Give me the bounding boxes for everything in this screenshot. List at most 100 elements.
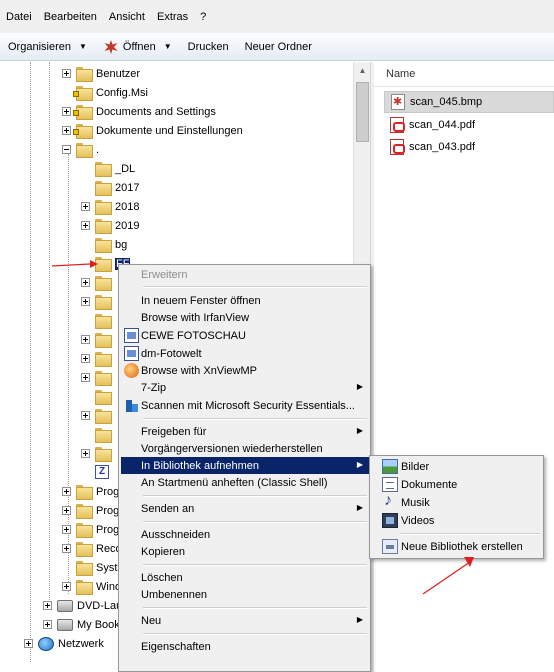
tree-item[interactable]: Z — [81, 462, 113, 481]
menu-item-open-new-window[interactable]: In neuem Fenster öffnen — [121, 292, 369, 309]
folder-icon — [95, 314, 112, 329]
submenu-item-documents[interactable]: Dokumente — [372, 476, 542, 494]
tree-item[interactable]: Wind — [62, 577, 121, 596]
tree-item[interactable] — [81, 444, 115, 463]
menu-item-cewe[interactable]: CEWE FOTOSCHAU — [121, 327, 369, 344]
file-name: scan_044.pdf — [409, 119, 476, 131]
tree-item[interactable] — [81, 406, 115, 425]
menu-item-expand[interactable]: Erweitern — [121, 266, 369, 283]
tree-item[interactable]: Prog — [62, 482, 119, 501]
tree-item[interactable] — [81, 330, 115, 349]
menu-item-include-in-library[interactable]: In Bibliothek aufnehmen ▶ — [121, 457, 369, 474]
file-item[interactable]: scan_043.pdf — [384, 136, 554, 158]
menu-extras[interactable]: Extras — [153, 11, 196, 23]
expand-icon[interactable] — [81, 335, 90, 344]
open-button[interactable]: Öffnen ▼ — [103, 39, 172, 55]
expand-icon[interactable] — [62, 487, 71, 496]
menu-datei[interactable]: Datei — [2, 11, 40, 23]
menu-item-restore-previous[interactable]: Vorgängerversionen wiederherstellen — [121, 440, 369, 457]
tree-item[interactable]: 2018 — [81, 197, 139, 216]
file-item[interactable]: scan_045.bmp — [384, 91, 554, 113]
expand-icon[interactable] — [43, 601, 52, 610]
column-header-name[interactable]: Name — [374, 62, 554, 87]
menu-item-share[interactable]: Freigeben für ▶ — [121, 423, 369, 440]
tree-item[interactable]: My Book — [43, 615, 120, 634]
submenu-item-videos[interactable]: Videos — [372, 512, 542, 530]
submenu-item-new-library[interactable]: Neue Bibliothek erstellen — [372, 538, 542, 556]
menu-item-new[interactable]: Neu ▶ — [121, 612, 369, 629]
tree-item[interactable]: Syst — [62, 558, 117, 577]
pictures-library-icon — [382, 459, 398, 474]
expand-icon[interactable] — [81, 278, 90, 287]
menu-separator — [143, 418, 367, 420]
menu-item-cut[interactable]: Ausschneiden — [121, 526, 369, 543]
menu-item-rename[interactable]: Umbenennen — [121, 586, 369, 603]
tree-item[interactable]: 2017 — [81, 178, 139, 197]
expand-icon[interactable] — [62, 582, 71, 591]
tree-item[interactable] — [81, 311, 115, 330]
expand-icon[interactable] — [24, 639, 33, 648]
expand-icon[interactable] — [81, 297, 90, 306]
tree-item[interactable] — [81, 292, 115, 311]
folder-icon — [76, 67, 93, 82]
menu-help[interactable]: ? — [196, 11, 214, 23]
expand-icon[interactable] — [62, 525, 71, 534]
folder-icon — [95, 238, 112, 253]
expand-icon[interactable] — [81, 354, 90, 363]
expand-icon[interactable] — [62, 544, 71, 553]
menu-item-send-to[interactable]: Senden an ▶ — [121, 500, 369, 517]
menu-item-scan-mse[interactable]: Scannen mit Microsoft Security Essential… — [121, 397, 369, 414]
menu-item-pin-start[interactable]: An Startmenü anheften (Classic Shell) — [121, 474, 369, 491]
tree-item[interactable]: Config.Msi — [62, 83, 148, 102]
tree-item-label: Prog — [96, 523, 120, 536]
scroll-up-icon[interactable]: ▲ — [354, 62, 371, 79]
tree-item[interactable]: Dokumente und Einstellungen — [62, 121, 243, 140]
tree-item[interactable]: _DL — [81, 159, 135, 178]
menu-item-xnview[interactable]: Browse with XnViewMP — [121, 362, 369, 379]
file-item[interactable]: scan_044.pdf — [384, 114, 554, 136]
tree-item[interactable] — [81, 349, 115, 368]
expand-icon[interactable] — [81, 202, 90, 211]
expand-icon[interactable] — [62, 107, 71, 116]
organize-button[interactable]: Organisieren ▼ — [8, 41, 87, 53]
tree-item[interactable]: Documents and Settings — [62, 102, 216, 121]
print-button[interactable]: Drucken — [188, 41, 229, 53]
new-folder-button[interactable]: Neuer Ordner — [245, 41, 312, 53]
expand-icon[interactable] — [81, 373, 90, 382]
tree-item[interactable]: . — [62, 140, 99, 159]
tree-item[interactable]: Prog — [62, 520, 119, 539]
expand-icon[interactable] — [81, 449, 90, 458]
menu-item-dm-fotowelt[interactable]: dm-Fotowelt — [121, 345, 369, 362]
menu-item-7zip[interactable]: 7-Zip ▶ — [121, 379, 369, 396]
menu-item-irfanview[interactable]: Browse with IrfanView — [121, 309, 369, 326]
expand-icon[interactable] — [62, 69, 71, 78]
tree-item[interactable] — [81, 273, 115, 292]
tree-item[interactable] — [81, 387, 115, 406]
tree-item[interactable]: DVD-Lau — [43, 596, 122, 615]
submenu-item-music[interactable]: Musik — [372, 492, 542, 512]
scroll-thumb[interactable] — [356, 82, 369, 142]
expand-icon[interactable] — [62, 126, 71, 135]
expand-icon[interactable] — [43, 620, 52, 629]
tree-item[interactable]: Netzwerk — [24, 634, 104, 653]
tree-item[interactable]: Benutzer — [62, 64, 140, 83]
submenu-arrow-icon: ▶ — [356, 503, 363, 512]
menu-item-properties[interactable]: Eigenschaften — [121, 638, 369, 655]
menu-item-delete[interactable]: Löschen — [121, 569, 369, 586]
collapse-icon[interactable] — [62, 145, 71, 154]
expand-icon[interactable] — [62, 506, 71, 515]
menu-bearbeiten[interactable]: Bearbeiten — [40, 11, 105, 23]
tree-item[interactable]: 2019 — [81, 216, 139, 235]
menu-separator — [143, 564, 367, 566]
tree-item[interactable] — [81, 368, 115, 387]
tree-item[interactable] — [81, 425, 115, 444]
menu-ansicht[interactable]: Ansicht — [105, 11, 153, 23]
expand-icon[interactable] — [81, 221, 90, 230]
tree-item[interactable]: Prog — [62, 501, 119, 520]
tree-item[interactable]: bg — [81, 235, 127, 254]
submenu-item-pictures[interactable]: Bilder — [372, 458, 542, 476]
file-name: scan_043.pdf — [409, 141, 476, 153]
menu-item-copy[interactable]: Kopieren — [121, 543, 369, 560]
expand-icon[interactable] — [81, 411, 90, 420]
tree-item[interactable]: Reco — [62, 539, 122, 558]
